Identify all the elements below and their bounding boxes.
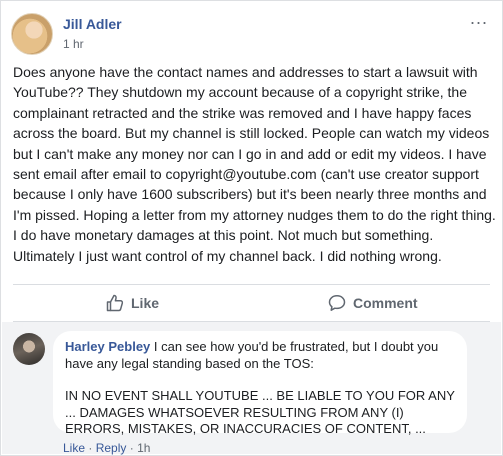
separator: · bbox=[129, 441, 134, 455]
like-button[interactable]: Like bbox=[106, 292, 159, 314]
post-text: Does anyone have the contact names and a… bbox=[13, 64, 496, 264]
like-label: Like bbox=[131, 295, 160, 311]
more-options-icon[interactable]: ... bbox=[470, 9, 488, 27]
thumbs-up-icon bbox=[106, 294, 124, 312]
author-avatar[interactable] bbox=[11, 13, 53, 55]
post-card: Jill Adler 1 hr ... Does anyone have the… bbox=[0, 0, 503, 456]
commenter-avatar[interactable] bbox=[13, 333, 45, 365]
comment-actions: Like · Reply · 1h bbox=[63, 441, 150, 455]
comment-button[interactable]: Comment bbox=[328, 292, 418, 314]
author-name[interactable]: Jill Adler bbox=[63, 16, 122, 32]
comment-timestamp[interactable]: 1h bbox=[137, 441, 150, 455]
comment-like-link[interactable]: Like bbox=[63, 441, 85, 455]
comment-label: Comment bbox=[353, 295, 418, 311]
comment-quote: IN NO EVENT SHALL YOUTUBE ... BE LIABLE … bbox=[65, 388, 455, 437]
comment-reply-link[interactable]: Reply bbox=[96, 441, 127, 455]
speech-bubble-icon bbox=[328, 294, 346, 312]
post-timestamp[interactable]: 1 hr bbox=[63, 37, 84, 51]
comment-bubble: Harley Pebley I can see how you'd be fru… bbox=[53, 331, 467, 436]
commenter-name[interactable]: Harley Pebley bbox=[65, 339, 150, 354]
divider bbox=[13, 284, 490, 285]
separator: · bbox=[88, 441, 93, 455]
